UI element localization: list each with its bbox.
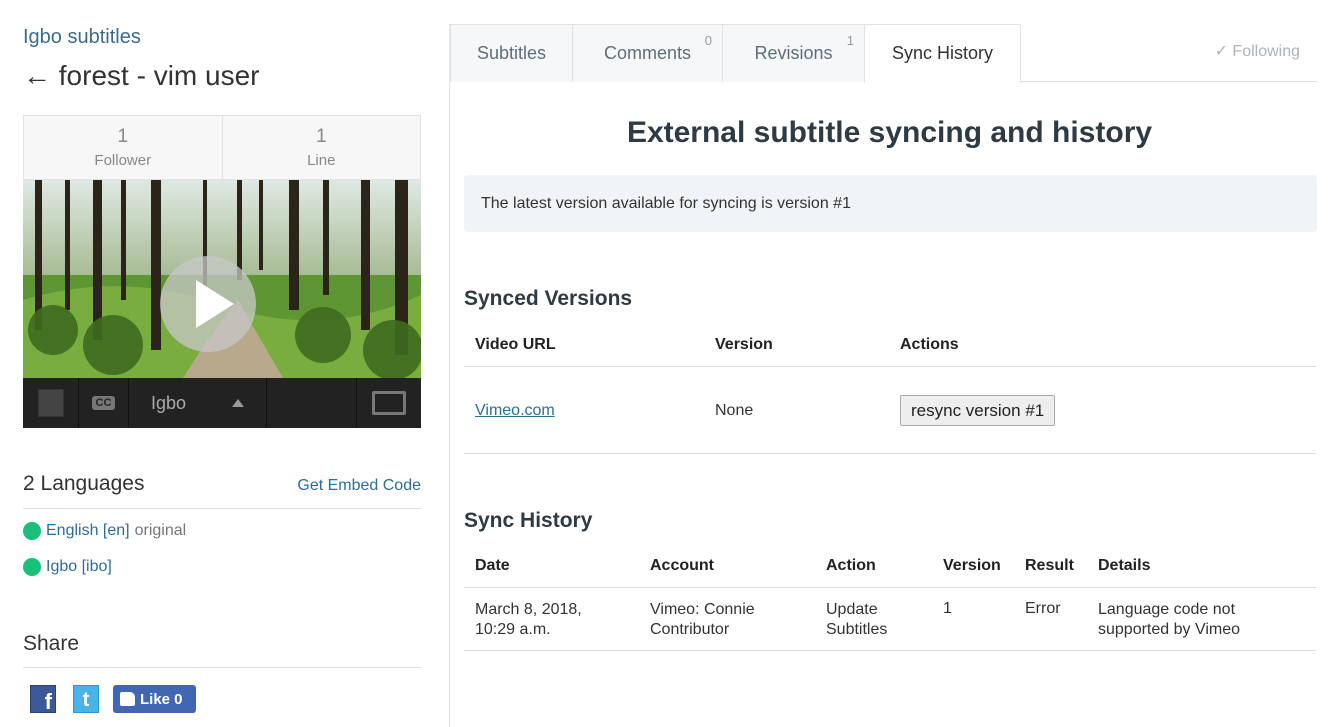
video-stats: 1 Follower 1 Line (23, 115, 421, 180)
status-dot-icon (23, 558, 41, 576)
lines-stat: 1 Line (221, 116, 421, 179)
tab-label: Comments (603, 43, 692, 63)
play-icon[interactable] (160, 256, 256, 352)
synced-versions-header: Video URL Version Actions (464, 336, 1316, 367)
column-header-video-url: Video URL (475, 336, 556, 353)
table-row: March 8, 2018, 10:29 a.m. Vimeo: Connie … (464, 588, 1316, 651)
video-url-link[interactable]: Vimeo.com (475, 402, 555, 420)
column-header-actions: Actions (900, 336, 959, 353)
languages-count: 2 Languages (23, 472, 145, 495)
language-item-english: English [en] original (23, 522, 186, 540)
tab-label: Revisions (754, 43, 833, 63)
facebook-icon[interactable]: f (30, 685, 56, 714)
revisions-count-badge: 1 (846, 33, 854, 48)
tab-label: Subtitles (476, 43, 547, 63)
history-version: 1 (943, 600, 952, 617)
history-details: Language code not supported by Vimeo (1098, 600, 1240, 640)
lines-count: 1 (315, 126, 327, 147)
sync-history-title: Sync History (464, 509, 593, 532)
fullscreen-icon (372, 391, 406, 415)
tab-sync-history[interactable]: Sync History (864, 24, 1021, 83)
synced-versions-title: Synced Versions (464, 287, 633, 310)
thumbs-up-icon (120, 692, 135, 706)
get-embed-code-link[interactable]: Get Embed Code (297, 477, 421, 508)
cc-icon: CC (91, 396, 116, 410)
followers-label: Follower (94, 152, 152, 169)
like-label: Like 0 (140, 690, 183, 708)
transcript-icon (37, 389, 64, 417)
video-title[interactable]: ← forest - vim user (23, 60, 259, 92)
twitter-icon[interactable]: t (73, 685, 99, 713)
player-controls: CC Igbo (23, 378, 421, 428)
column-header-date: Date (475, 557, 510, 574)
share-header: Share (23, 632, 421, 668)
comments-count-badge: 0 (704, 33, 712, 48)
column-header-version: Version (715, 336, 773, 353)
history-account-line2: Contributor (650, 621, 730, 638)
column-header-action: Action (826, 557, 876, 574)
column-header-result: Result (1025, 557, 1074, 574)
history-details-line1: Language code not (1098, 601, 1236, 618)
following-button[interactable]: ✓ Following (1215, 41, 1300, 61)
history-action: Update Subtitles (826, 600, 887, 640)
caret-up-icon (232, 399, 244, 407)
fullscreen-button[interactable] (357, 378, 421, 428)
resync-button[interactable]: resync version #1 (900, 395, 1056, 426)
history-account: Vimeo: Connie Contributor (650, 600, 755, 640)
history-action-line1: Update (826, 601, 878, 618)
column-header-details: Details (1098, 557, 1151, 574)
column-header-version: Version (943, 557, 1001, 574)
language-item-igbo: Igbo [ibo] (23, 558, 112, 576)
history-date: March 8, 2018, 10:29 a.m. (475, 600, 582, 640)
transcript-button[interactable] (23, 378, 79, 428)
player-language: Igbo (151, 392, 187, 413)
history-action-line2: Subtitles (826, 621, 888, 638)
main-panel: Subtitles Comments 0 Revisions 1 Sync Hi… (449, 24, 1317, 727)
tab-subtitles[interactable]: Subtitles (450, 24, 573, 82)
language-selector[interactable]: Igbo (129, 378, 267, 428)
language-original-note: original (134, 522, 187, 539)
status-dot-icon (23, 522, 41, 540)
lines-label: Line (307, 152, 336, 169)
history-account-line1: Vimeo: Connie (650, 601, 755, 618)
controls-spacer (267, 378, 357, 428)
history-details-line2: supported by Vimeo (1098, 621, 1241, 638)
team-link[interactable]: Igbo subtitles (23, 26, 141, 49)
history-date-line1: March 8, 2018, (475, 601, 582, 618)
tab-label: Sync History (891, 43, 994, 63)
tab-revisions[interactable]: Revisions 1 (722, 24, 865, 82)
language-link-english[interactable]: English [en] (46, 522, 130, 540)
sync-notice: The latest version available for syncing… (464, 175, 1317, 232)
history-date-line2: 10:29 a.m. (475, 621, 551, 638)
video-player[interactable]: CC Igbo (23, 180, 421, 428)
tab-comments[interactable]: Comments 0 (572, 24, 723, 82)
table-row: Vimeo.com None resync version #1 (464, 367, 1316, 454)
page-title: External subtitle syncing and history (626, 116, 1153, 149)
followers-count: 1 (117, 126, 129, 147)
languages-header: 2 Languages Get Embed Code (23, 472, 421, 509)
followers-stat[interactable]: 1 Follower (24, 116, 222, 179)
history-result: Error (1025, 600, 1061, 617)
tab-bar: Subtitles Comments 0 Revisions 1 Sync Hi… (450, 24, 1317, 83)
synced-version-value: None (715, 402, 754, 419)
column-header-account: Account (650, 557, 714, 574)
cc-button[interactable]: CC (79, 378, 129, 428)
facebook-like-button[interactable]: Like 0 (113, 685, 196, 713)
sync-history-header: Date Account Action Version Result Detai… (464, 557, 1316, 588)
language-link-igbo[interactable]: Igbo [ibo] (46, 558, 112, 576)
